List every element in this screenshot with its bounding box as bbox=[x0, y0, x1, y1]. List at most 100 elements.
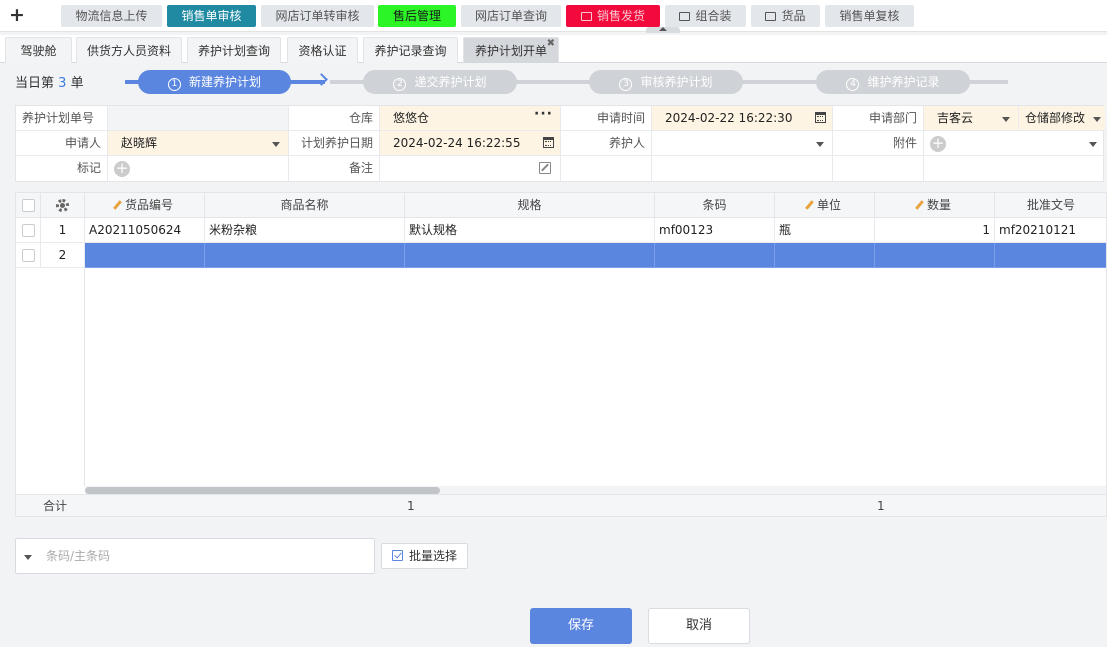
row-index: 2 bbox=[41, 243, 85, 268]
cell-code[interactable] bbox=[85, 243, 205, 268]
cell-spec[interactable]: 默认规格 bbox=[405, 218, 655, 243]
maintainer-select[interactable] bbox=[652, 131, 833, 156]
edit-icon[interactable] bbox=[539, 162, 551, 174]
attachment-field[interactable]: + bbox=[924, 131, 1105, 156]
row-checkbox[interactable] bbox=[21, 249, 35, 262]
save-button[interactable]: 保存 bbox=[530, 608, 632, 644]
edit-icon bbox=[805, 200, 814, 210]
column-header-qty[interactable]: 数量 bbox=[875, 193, 995, 218]
column-header-barcode[interactable]: 条码 bbox=[655, 193, 775, 218]
toolbar-button-sales-shipping-label: 销售发货 bbox=[596, 9, 645, 23]
batch-select-label: 批量选择 bbox=[409, 549, 458, 563]
warehouse-field[interactable]: 悠悠仓 ··· bbox=[380, 106, 561, 131]
day-count-suffix: 单 bbox=[70, 76, 84, 91]
calendar-icon[interactable] bbox=[543, 137, 554, 148]
cell-unit[interactable] bbox=[775, 243, 875, 268]
tab-maintenance-plan-create[interactable]: 养护计划开单 ✖ bbox=[463, 37, 559, 63]
tab-supplier-staff[interactable]: 供货方人员资料 bbox=[76, 37, 182, 63]
cell-spec[interactable] bbox=[405, 243, 655, 268]
empty-cell bbox=[924, 156, 1105, 181]
tab-maintenance-record-query[interactable]: 养护记录查询 bbox=[363, 37, 458, 63]
cell-unit[interactable]: 瓶 bbox=[775, 218, 875, 243]
warehouse-value: 悠悠仓 bbox=[393, 111, 430, 125]
cell-barcode[interactable] bbox=[655, 243, 775, 268]
plan-form: 养护计划单号 仓库 悠悠仓 ··· 申请时间 2024-02-22 16:22:… bbox=[15, 105, 1105, 182]
cell-approval[interactable] bbox=[995, 243, 1106, 268]
maintainer-label: 养护人 bbox=[561, 131, 652, 156]
step-label: 递交养护计划 bbox=[414, 75, 487, 89]
empty-cell bbox=[833, 156, 924, 181]
dept-select[interactable]: 吉客云 bbox=[924, 106, 1019, 131]
row-checkbox[interactable] bbox=[21, 224, 35, 237]
column-header-name[interactable]: 商品名称 bbox=[205, 193, 405, 218]
toolbar-button-combo[interactable]: 组合装 bbox=[665, 5, 746, 27]
toolbar-button-online-order-transfer[interactable]: 网店订单转审核 bbox=[261, 5, 374, 27]
batch-select-button[interactable]: 批量选择 bbox=[381, 543, 468, 569]
folder-icon bbox=[580, 12, 592, 21]
apply-time-value: 2024-02-22 16:22:30 bbox=[665, 111, 793, 125]
column-header-unit[interactable]: 单位 bbox=[775, 193, 875, 218]
apply-time-field[interactable]: 2024-02-22 16:22:30 bbox=[652, 106, 833, 131]
cell-name[interactable] bbox=[205, 243, 405, 268]
step-number: 2 bbox=[393, 78, 407, 91]
mark-field[interactable]: + bbox=[108, 156, 289, 181]
tab-qualification[interactable]: 资格认证 bbox=[287, 37, 358, 63]
cell-qty[interactable] bbox=[875, 243, 995, 268]
step-number: 1 bbox=[167, 78, 181, 91]
dept-label: 申请部门 bbox=[833, 106, 924, 131]
attachment-label: 附件 bbox=[833, 131, 924, 156]
barcode-search[interactable] bbox=[15, 538, 375, 574]
cell-name[interactable]: 米粉杂粮 bbox=[205, 218, 405, 243]
plan-no-label: 养护计划单号 bbox=[16, 106, 108, 131]
plan-date-field[interactable]: 2024-02-24 16:22:55 bbox=[380, 131, 561, 156]
horizontal-scrollbar[interactable] bbox=[85, 486, 1106, 494]
toolbar-button-goods[interactable]: 货品 bbox=[751, 5, 820, 27]
column-header-label: 单位 bbox=[816, 198, 841, 212]
toolbar-button-online-order-query[interactable]: 网店订单查询 bbox=[461, 5, 561, 27]
apply-time-label: 申请时间 bbox=[561, 106, 652, 131]
tab-cockpit[interactable]: 驾驶舱 bbox=[5, 37, 72, 63]
add-mark-icon[interactable]: + bbox=[114, 160, 130, 177]
applicant-select[interactable]: 赵晓辉 bbox=[108, 131, 289, 156]
gear-icon[interactable] bbox=[56, 199, 69, 212]
add-icon[interactable]: + bbox=[9, 4, 25, 26]
toolbar-button-sales-recheck[interactable]: 销售单复核 bbox=[825, 5, 914, 27]
toolbar-button-sales-shipping[interactable]: 销售发货 bbox=[566, 5, 660, 27]
toolbar-button-sales-review[interactable]: 销售单审核 bbox=[167, 5, 256, 27]
column-header-label: 货品编号 bbox=[124, 198, 173, 212]
collapse-toolbar-icon[interactable] bbox=[646, 27, 680, 33]
chevron-down-icon[interactable] bbox=[24, 555, 32, 560]
more-icon[interactable]: ··· bbox=[534, 106, 553, 127]
tab-maintenance-plan-query[interactable]: 养护计划查询 bbox=[187, 37, 281, 63]
select-all-checkbox[interactable] bbox=[21, 199, 35, 212]
scrollbar-thumb[interactable] bbox=[85, 487, 440, 494]
dept-modify-value: 仓储部修改 bbox=[1025, 111, 1086, 125]
close-tab-icon[interactable]: ✖ bbox=[547, 31, 555, 57]
tab-maintenance-plan-create-label: 养护计划开单 bbox=[474, 44, 547, 58]
cancel-button[interactable]: 取消 bbox=[648, 608, 750, 644]
calendar-icon[interactable] bbox=[815, 112, 826, 123]
dept-modify-select[interactable]: 仓储部修改 bbox=[1019, 106, 1105, 131]
column-header-label: 数量 bbox=[926, 198, 951, 212]
folder-icon bbox=[679, 12, 691, 21]
add-attachment-icon[interactable]: + bbox=[930, 135, 946, 152]
toolbar-button-goods-label: 货品 bbox=[781, 9, 806, 23]
edit-icon bbox=[113, 200, 122, 210]
cell-barcode[interactable]: mf00123 bbox=[655, 218, 775, 243]
column-header-approval[interactable]: 批准文号 bbox=[995, 193, 1106, 218]
step-label: 新建养护计划 bbox=[188, 75, 261, 89]
row-gutter bbox=[16, 268, 85, 486]
step-number: 4 bbox=[846, 78, 860, 91]
mark-label: 标记 bbox=[16, 156, 108, 181]
remark-field[interactable] bbox=[380, 156, 561, 181]
column-header-spec[interactable]: 规格 bbox=[405, 193, 655, 218]
toolbar-button-after-sales[interactable]: 售后管理 bbox=[378, 5, 456, 27]
day-count-prefix: 当日第 bbox=[15, 76, 55, 91]
barcode-input[interactable] bbox=[46, 546, 366, 566]
cell-code[interactable]: A20211050624 bbox=[85, 218, 205, 243]
cell-qty[interactable]: 1 bbox=[875, 218, 995, 243]
chevron-down-icon bbox=[1093, 117, 1101, 122]
cell-approval[interactable]: mf20210121 bbox=[995, 218, 1106, 243]
toolbar-button-logistics-upload[interactable]: 物流信息上传 bbox=[61, 5, 162, 27]
column-header-code[interactable]: 货品编号 bbox=[85, 193, 205, 218]
